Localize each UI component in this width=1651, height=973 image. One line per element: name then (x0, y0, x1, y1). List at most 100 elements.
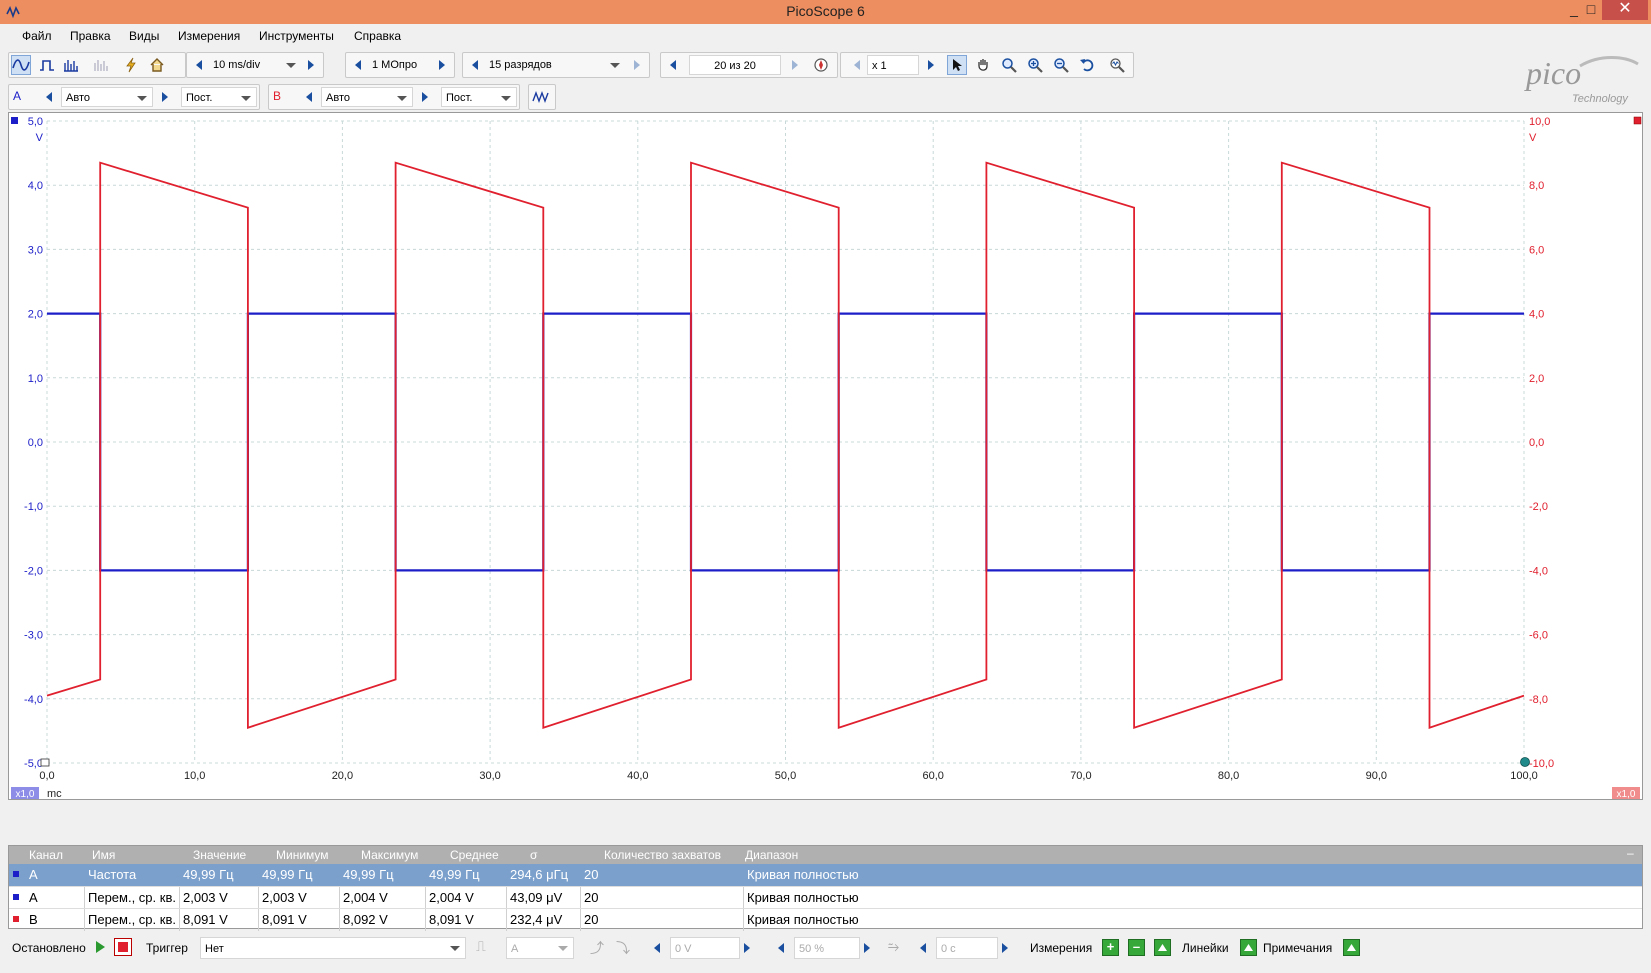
channel-color-marker (13, 871, 19, 877)
header-range: Диапазон (745, 848, 799, 862)
zoom-increase-button[interactable] (921, 55, 941, 75)
remove-measurement-icon[interactable]: – (1128, 939, 1145, 956)
channel-a-range-decrease[interactable] (39, 87, 59, 107)
channel-options-icon[interactable] (531, 87, 551, 107)
channel-a-label[interactable]: A (13, 89, 21, 103)
right-axis-unit: V (1529, 132, 1537, 144)
column-separator (425, 887, 426, 909)
auto-setup-icon[interactable] (121, 55, 141, 75)
main-toolbar: 10 ms/div 1 МОпро 15 разрядов 20 из 20 x… (0, 49, 1520, 79)
buffer-prev-button[interactable] (663, 55, 683, 75)
start-icon[interactable] (96, 941, 105, 953)
channel-color-marker (13, 916, 19, 922)
channel-a-range-increase[interactable] (155, 87, 175, 107)
measurement-row[interactable]: B Перем., ср. кв. 8,091 V 8,091 V 8,092 V 8,0… (9, 908, 1642, 931)
menu-views[interactable]: Виды (129, 29, 159, 43)
channel-a-coupling-select[interactable]: Пост. (181, 87, 257, 107)
timebase-increase-button[interactable] (301, 55, 321, 75)
trigger-delay-decrease (920, 943, 926, 953)
trigger-level-increase (744, 943, 750, 953)
zoom-in-icon[interactable] (1025, 55, 1045, 75)
timebase-select[interactable]: 10 ms/div (209, 55, 301, 75)
x-axis-unit: mc (47, 788, 62, 799)
menu-help[interactable]: Справка (354, 29, 401, 43)
cell-min: 49,99 Гц (262, 867, 313, 882)
zoom-window-icon[interactable] (999, 55, 1019, 75)
buffer-field[interactable]: 20 из 20 (689, 55, 781, 75)
maximize-button[interactable]: □ (1577, 0, 1605, 20)
scope-view[interactable]: 5,0 4,0 3,0 2,0 1,0 0,0 -1,0 -2,0 -3,0 -4,0 -5,0 V 1… (8, 112, 1643, 800)
menu-tools[interactable]: Инструменты (259, 29, 334, 43)
right-axis-tick-label: -10,0 (1529, 758, 1554, 770)
resolution-value: 15 разрядов (489, 59, 552, 71)
stop-button[interactable] (114, 938, 132, 956)
cell-count: 20 (584, 912, 599, 927)
channel-options-group (528, 84, 556, 110)
measurements-header: Канал Имя Значение Минимум Максимум Сред… (9, 846, 1642, 864)
column-separator (743, 887, 744, 909)
undo-zoom-icon[interactable] (1077, 55, 1097, 75)
window-title: PicoScope 6 (786, 3, 865, 19)
persistence-mode-icon[interactable] (37, 55, 57, 75)
notes-toggle-icon[interactable] (1343, 939, 1360, 956)
header-value: Значение (193, 848, 247, 862)
column-separator (258, 887, 259, 909)
x-axis-tick-label: 70,0 (1070, 770, 1091, 782)
left-axis-tick-label: -1,0 (24, 501, 43, 513)
add-measurement-icon[interactable]: + (1102, 939, 1119, 956)
close-button[interactable]: ✕ (1602, 0, 1648, 20)
channel-a-range-select[interactable]: Авто (61, 87, 153, 107)
edit-measurement-icon[interactable] (1154, 939, 1171, 956)
rulers-toggle-icon[interactable] (1240, 939, 1257, 956)
column-separator (506, 887, 507, 909)
x-axis-tick-label: 0,0 (39, 770, 54, 782)
header-avg: Среднее (450, 848, 499, 862)
menu-bar: Файл Правка Виды Измерения Инструменты С… (0, 24, 1651, 48)
menu-measurements[interactable]: Измерения (178, 29, 240, 43)
channel-b-range-increase[interactable] (415, 87, 435, 107)
buffer-navigator-icon[interactable] (811, 55, 831, 75)
zoom-out-icon[interactable] (1051, 55, 1071, 75)
column-separator (84, 909, 85, 931)
menu-edit[interactable]: Правка (70, 29, 111, 43)
zoom-field[interactable]: x 1 (867, 55, 919, 75)
resolution-decrease-button[interactable] (465, 55, 485, 75)
trigger-mode-select[interactable]: Нет (200, 937, 466, 959)
samples-increase-button[interactable] (432, 55, 452, 75)
spectrum-mode-icon[interactable] (61, 55, 81, 75)
select-pointer-icon[interactable] (947, 55, 967, 75)
channel-b-coupling-select[interactable]: Пост. (441, 87, 517, 107)
default-setup-home-icon[interactable] (147, 55, 167, 75)
x-axis-tick-label: 90,0 (1366, 770, 1387, 782)
zoom-overview-icon[interactable] (1107, 55, 1127, 75)
resolution-increase-button[interactable] (627, 55, 647, 75)
channel-b-range-select[interactable]: Авто (321, 87, 413, 107)
hand-pan-icon[interactable] (973, 55, 993, 75)
channel-b-range-decrease[interactable] (299, 87, 319, 107)
samples-group: 1 МОпро (345, 52, 455, 78)
scope-mode-icon[interactable] (11, 55, 31, 75)
collapse-table-icon[interactable]: – (1627, 846, 1634, 860)
cell-value: 49,99 Гц (183, 867, 234, 882)
samples-decrease-button[interactable] (348, 55, 368, 75)
samples-field[interactable]: 1 МОпро (368, 55, 432, 75)
timebase-group: 10 ms/div (186, 52, 324, 78)
column-separator (425, 909, 426, 931)
channel-a-group: A Авто Пост. (8, 84, 260, 110)
zoom-decrease-button[interactable] (847, 55, 867, 75)
trigger-delay-field: 0 с (936, 937, 998, 959)
measurement-row[interactable]: A Перем., ср. кв. 2,003 V 2,003 V 2,004 V 2,0… (9, 886, 1642, 909)
cell-min: 8,091 V (262, 912, 307, 927)
buffer-next-button[interactable] (785, 55, 805, 75)
timebase-decrease-button[interactable] (189, 55, 209, 75)
measurement-row[interactable]: A Частота 49,99 Гц 49,99 Гц 49,99 Гц 49,99 Гц… (9, 864, 1642, 886)
channel-b-label[interactable]: B (273, 89, 281, 103)
channel-color-marker (13, 894, 19, 900)
menu-file[interactable]: Файл (22, 29, 52, 43)
resolution-select[interactable]: 15 разрядов (485, 55, 625, 75)
scope-chart[interactable]: 5,0 4,0 3,0 2,0 1,0 0,0 -1,0 -2,0 -3,0 -4,0 -5,0 V 1… (9, 113, 1642, 800)
buffer-group: 20 из 20 (660, 52, 838, 78)
header-max: Максимум (361, 848, 419, 862)
left-axis-tick-label: -2,0 (24, 565, 43, 577)
right-axis-tick-label: -6,0 (1529, 630, 1548, 642)
